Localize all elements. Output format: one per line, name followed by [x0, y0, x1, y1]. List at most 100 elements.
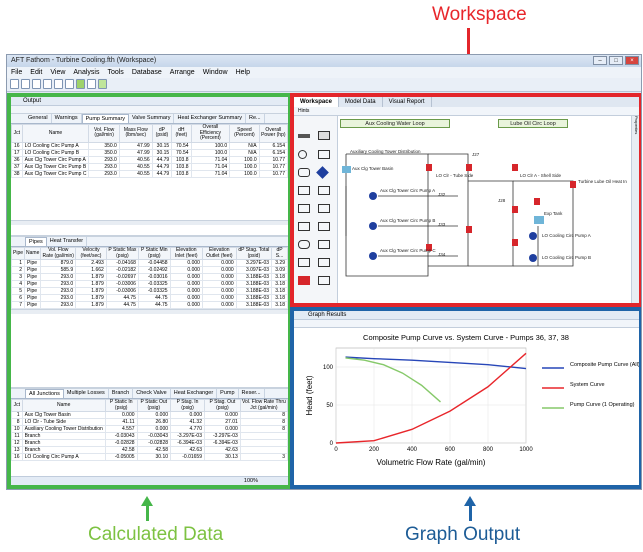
pump-table-header[interactable]: Overall Efficiency (Percent): [190, 124, 231, 143]
workspace-canvas[interactable]: Aux Cooling Water Loop Lube Oil Circ Loo…: [338, 116, 631, 297]
save-icon[interactable]: [21, 79, 30, 89]
pump-table-row[interactable]: 37 Aux Clg Tower Circ Pump B 293.0 40.55 44.…: [11, 162, 288, 171]
hints-button[interactable]: Hints: [298, 108, 309, 114]
pipe-table-header[interactable]: Velocity (feet/sec): [75, 247, 107, 260]
pump-table-header[interactable]: Overall Power (hp): [258, 124, 288, 143]
pipe-table-header[interactable]: Elevation Outlet (feet): [201, 247, 237, 260]
run-icon[interactable]: [76, 79, 85, 89]
pump-table-header[interactable]: dH (feet): [171, 124, 192, 143]
grid-icon[interactable]: [65, 79, 74, 89]
graph-icon[interactable]: [87, 79, 96, 89]
pipe-tool-icon[interactable]: [298, 134, 310, 138]
junction-table-row[interactable]: 12 Branch -0.02828 -0.02828 -6.394E-03 -6.394…: [11, 439, 288, 447]
pump-table-header[interactable]: Vol. Flow (gal/min): [88, 124, 120, 143]
pump-table-header[interactable]: Name: [21, 124, 90, 143]
pipe-table-row[interactable]: 1 Pipe 879.0 2.493 -0.04168 -0.04458 0.000 0.00…: [11, 259, 288, 267]
junction-table-row[interactable]: 10 Auxiliary Cooling Tower Distribution 4.…: [11, 425, 288, 433]
junction-table-header[interactable]: Name: [21, 399, 106, 412]
pipe-table-header[interactable]: dP Stag. Total (psid): [235, 247, 273, 260]
pipe-table-header[interactable]: P Static Min (psig): [137, 247, 171, 260]
heat-exchanger-tool-icon[interactable]: [298, 204, 310, 213]
pipe-table-row[interactable]: 2 Pipe 585.9 1.662 -0.02182 -0.02492 0.000 0.00…: [11, 266, 288, 274]
red-arrow-icon[interactable]: [298, 276, 310, 285]
tab-general[interactable]: General: [25, 114, 52, 123]
orifice-tool-icon[interactable]: [318, 240, 330, 249]
pipe-table-header[interactable]: Name: [24, 247, 42, 260]
menu-view[interactable]: View: [50, 67, 65, 78]
junction-table-header[interactable]: P Static Out (psig): [136, 399, 172, 412]
pump-table-header[interactable]: dP (psid): [151, 124, 173, 143]
junction-table-row[interactable]: 8 LO Clr - Tube Side 41.11 26.80 41.32 27.01 8: [11, 418, 288, 426]
menu-edit[interactable]: Edit: [30, 67, 42, 78]
check-icon[interactable]: [98, 79, 107, 89]
junction-table-header[interactable]: P Stag. Out (psig): [203, 399, 241, 412]
junction-table-header[interactable]: P Stag. In (psig): [170, 399, 205, 412]
pipe-table-row[interactable]: 7 Pipe 293.0 1.879 44.75 44.75 0.000 0.000 3.188…: [11, 301, 288, 309]
tab-visual-report[interactable]: Visual Report: [383, 97, 432, 107]
tee-tool-icon[interactable]: [298, 258, 310, 267]
spray-tool-icon[interactable]: [318, 204, 330, 213]
tab-model-data[interactable]: Model Data: [339, 97, 383, 107]
grid-icon[interactable]: [54, 79, 63, 89]
tab-pump[interactable]: Pump: [217, 389, 239, 398]
junction-table-header[interactable]: P Static In (psig): [104, 399, 138, 412]
valve-tool-icon[interactable]: [298, 168, 310, 177]
tab-pipes[interactable]: Pipes: [25, 237, 47, 246]
tab-multiple-losses[interactable]: Multiple Losses: [64, 389, 109, 398]
junction-table-row[interactable]: 11 Branch -0.03043 -0.03043 -3.297E-03 -3.297…: [11, 432, 288, 440]
pipe-table-row[interactable]: 4 Pipe 293.0 1.879 -0.03006 -0.03325 0.000 0.00…: [11, 280, 288, 288]
pump-table-header[interactable]: Jct: [11, 124, 23, 143]
pump-table-header[interactable]: Speed (Percent): [229, 124, 260, 143]
pump-table-row[interactable]: 17 LO Cooling Circ Pump B 350.0 47.99 30.15 7…: [11, 148, 288, 157]
tab-heat-transfer[interactable]: Heat Transfer: [47, 237, 88, 246]
tab-more[interactable]: Re...: [246, 114, 265, 123]
pipe-table-header[interactable]: P Static Max (psig): [105, 247, 139, 260]
pump-table-row[interactable]: 16 LO Cooling Circ Pump A 350.0 47.99 30.15 7…: [11, 141, 288, 150]
tab-heat-exchanger[interactable]: Heat Exchanger: [171, 389, 218, 398]
tab-all-junctions[interactable]: All Junctions: [25, 389, 64, 398]
grid-icon[interactable]: [32, 79, 41, 89]
minimize-button[interactable]: –: [593, 56, 607, 65]
menu-analysis[interactable]: Analysis: [73, 67, 99, 78]
area-change-tool-icon[interactable]: [318, 258, 330, 267]
pump-tool-icon[interactable]: [316, 166, 329, 179]
pipe-table-row[interactable]: 6 Pipe 293.0 1.879 44.75 44.75 0.000 0.000 3.188…: [11, 294, 288, 302]
pump-table-row[interactable]: 38 Aux Clg Tower Circ Pump C 293.0 40.55 44.…: [11, 169, 288, 178]
junction-table-row[interactable]: 13 Branch 42.58 42.58 42.63 42.63: [11, 446, 288, 454]
junction-table-row[interactable]: 1 Aux Clg Tower Basin 0.000 0.000 0.000 0.000…: [11, 411, 288, 419]
dead-end-tool-icon[interactable]: [318, 276, 330, 285]
close-button[interactable]: ×: [625, 56, 639, 65]
menu-database[interactable]: Database: [132, 67, 162, 78]
horizontal-scrollbar[interactable]: [11, 219, 288, 225]
junction-table-header[interactable]: Jct: [11, 399, 23, 412]
zoom-level[interactable]: 100%: [244, 478, 258, 484]
menu-window[interactable]: Window: [203, 67, 228, 78]
reservoir-tool-icon[interactable]: [318, 150, 330, 159]
control-valve-tool-icon[interactable]: [318, 186, 330, 195]
tank-tool-icon[interactable]: [318, 131, 330, 140]
bend-tool-icon[interactable]: [318, 222, 330, 231]
open-icon[interactable]: [10, 79, 19, 89]
tab-valve-summary[interactable]: Valve Summary: [129, 114, 175, 123]
graph-chart[interactable]: Composite Pump Curve vs. System Curve - …: [294, 328, 639, 485]
tab-heat-exchanger-summary[interactable]: Heat Exchanger Summary: [174, 114, 246, 123]
pipe-network[interactable]: [338, 116, 638, 296]
pipe-table-row[interactable]: 5 Pipe 293.0 1.879 -0.03006 -0.03325 0.000 0.00…: [11, 287, 288, 295]
tab-reservoir[interactable]: Reser...: [239, 389, 265, 398]
grid-icon[interactable]: [43, 79, 52, 89]
pump-table-row[interactable]: 36 Aux Clg Tower Circ Pump A 293.0 40.56 44.…: [11, 155, 288, 164]
menu-file[interactable]: File: [11, 67, 22, 78]
tab-warnings[interactable]: Warnings: [52, 114, 82, 123]
relief-tool-icon[interactable]: [298, 222, 310, 231]
pipe-table-header[interactable]: Elevation Inlet (feet): [169, 247, 203, 260]
junction-table-header[interactable]: Vol. Flow Rate Thru Jct (gal/min): [239, 399, 288, 412]
menu-arrange[interactable]: Arrange: [170, 67, 195, 78]
pump-table-header[interactable]: Mass Flow (lbm/sec): [118, 124, 153, 143]
horizontal-scrollbar[interactable]: [11, 309, 288, 314]
screen-tool-icon[interactable]: [298, 240, 310, 249]
pipe-table-row[interactable]: 3 Pipe 293.0 1.879 -0.02697 -0.03016 0.000 0.00…: [11, 273, 288, 281]
menu-help[interactable]: Help: [236, 67, 250, 78]
pipe-table-header[interactable]: Vol. Flow Rate (gal/min): [40, 247, 77, 260]
maximize-button[interactable]: □: [609, 56, 623, 65]
tab-branch[interactable]: Branch: [109, 389, 134, 398]
